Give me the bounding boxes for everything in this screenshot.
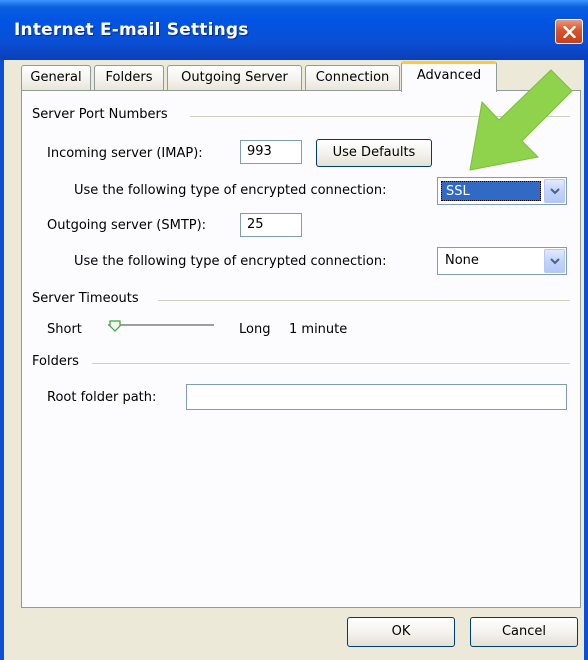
tab-outgoing-server[interactable]: Outgoing Server bbox=[167, 65, 302, 90]
outgoing-port-input[interactable]: 25 bbox=[240, 213, 302, 237]
root-folder-input[interactable] bbox=[186, 384, 567, 410]
incoming-port-value: 993 bbox=[247, 144, 272, 159]
group-divider bbox=[92, 363, 570, 364]
incoming-encryption-select[interactable]: SSL bbox=[437, 177, 567, 205]
tab-folders-label: Folders bbox=[105, 70, 153, 85]
annotation-arrow-icon bbox=[469, 69, 573, 171]
timeout-slider-track[interactable] bbox=[108, 324, 214, 327]
timeout-long-label: Long bbox=[239, 322, 271, 337]
incoming-encryption-label: Use the following type of encrypted conn… bbox=[74, 183, 387, 198]
server-port-numbers-heading: Server Port Numbers bbox=[32, 107, 168, 122]
tab-general[interactable]: General bbox=[21, 65, 91, 90]
group-divider bbox=[158, 300, 570, 301]
tab-connection-label: Connection bbox=[315, 70, 390, 85]
window-title: Internet E-mail Settings bbox=[14, 20, 249, 40]
outgoing-server-label: Outgoing server (SMTP): bbox=[47, 218, 207, 233]
cancel-label: Cancel bbox=[501, 624, 547, 639]
timeout-value: 1 minute bbox=[289, 322, 348, 337]
chevron-down-icon[interactable] bbox=[544, 249, 565, 273]
server-timeouts-heading: Server Timeouts bbox=[32, 291, 139, 306]
close-icon bbox=[563, 26, 576, 38]
close-button[interactable] bbox=[555, 19, 583, 44]
tab-folders[interactable]: Folders bbox=[94, 65, 164, 90]
chevron-down-icon[interactable] bbox=[544, 179, 565, 203]
ok-button[interactable]: OK bbox=[347, 617, 455, 647]
window-border-right bbox=[584, 60, 588, 660]
root-folder-label: Root folder path: bbox=[47, 390, 157, 405]
outgoing-encryption-value: None bbox=[445, 253, 479, 268]
tab-general-label: General bbox=[30, 70, 82, 85]
outgoing-encryption-label: Use the following type of encrypted conn… bbox=[74, 254, 387, 269]
use-defaults-button[interactable]: Use Defaults bbox=[316, 139, 432, 167]
email-settings-dialog: Internet E-mail Settings General Folders… bbox=[0, 0, 588, 660]
incoming-encryption-value: SSL bbox=[441, 181, 541, 201]
cancel-button[interactable]: Cancel bbox=[470, 617, 578, 647]
incoming-port-input[interactable]: 993 bbox=[240, 140, 302, 164]
outgoing-port-value: 25 bbox=[247, 217, 264, 232]
title-bar[interactable]: Internet E-mail Settings bbox=[0, 0, 588, 60]
window-border-left bbox=[0, 60, 4, 660]
folders-heading: Folders bbox=[32, 354, 79, 369]
tab-connection[interactable]: Connection bbox=[305, 65, 400, 90]
use-defaults-label: Use Defaults bbox=[332, 145, 416, 160]
ok-label: OK bbox=[391, 624, 411, 639]
outgoing-encryption-select[interactable]: None bbox=[437, 247, 567, 275]
timeout-short-label: Short bbox=[47, 322, 82, 337]
tab-outgoing-server-label: Outgoing Server bbox=[181, 70, 288, 85]
timeout-slider-thumb[interactable] bbox=[108, 320, 122, 332]
incoming-server-label: Incoming server (IMAP): bbox=[47, 146, 203, 161]
